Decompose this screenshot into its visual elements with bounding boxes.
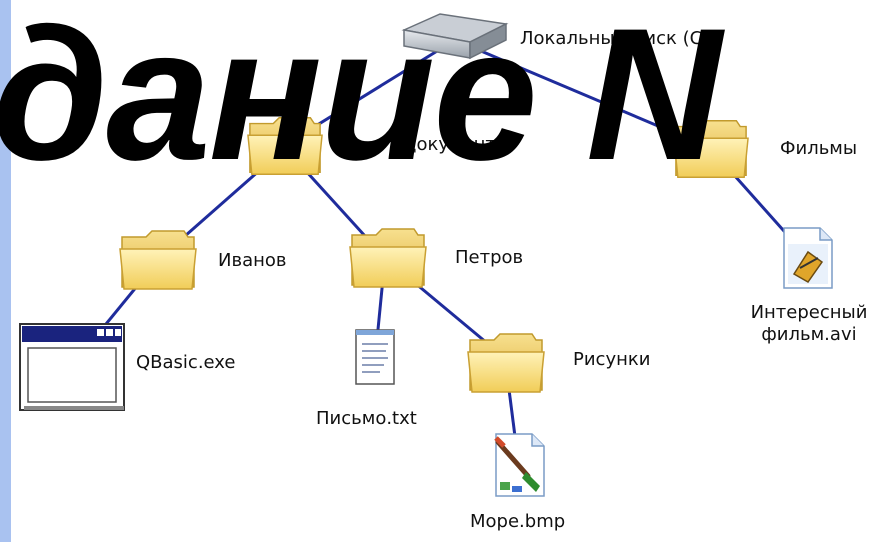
node-label-disk[interactable]: Локальный диск (C:) (520, 28, 715, 50)
folder-icon-pictures (467, 333, 545, 393)
edge-disk-films (454, 38, 711, 150)
application-window-icon (19, 323, 125, 411)
paint-brush-image-icon (494, 433, 545, 497)
node-label-pictures[interactable]: Рисунки (573, 349, 650, 371)
node-label-movie-line1: Интересный (750, 302, 868, 323)
node-label-films[interactable]: Фильмы (780, 138, 857, 160)
node-label-ivanov[interactable]: Иванов (218, 250, 287, 272)
folder-icon-films (673, 119, 749, 179)
folder-icon-ivanov (119, 230, 197, 290)
folder-icon-petrov (349, 228, 427, 288)
node-label-qbasic[interactable]: QBasic.exe (136, 352, 235, 374)
folder-icon-documents (247, 116, 323, 176)
text-file-icon (355, 329, 395, 385)
node-label-petrov[interactable]: Петров (455, 247, 523, 269)
node-label-movie[interactable]: Интересный фильм.avi (736, 302, 882, 346)
node-label-sea[interactable]: Море.bmp (470, 511, 565, 533)
node-label-movie-line2: фильм.avi (761, 324, 857, 345)
video-file-icon (783, 227, 833, 289)
node-label-letter[interactable]: Письмо.txt (316, 408, 417, 430)
hard-drive-icon (401, 13, 509, 60)
node-label-documents[interactable]: документы (404, 134, 510, 156)
file-tree-diagram (19, 13, 833, 497)
